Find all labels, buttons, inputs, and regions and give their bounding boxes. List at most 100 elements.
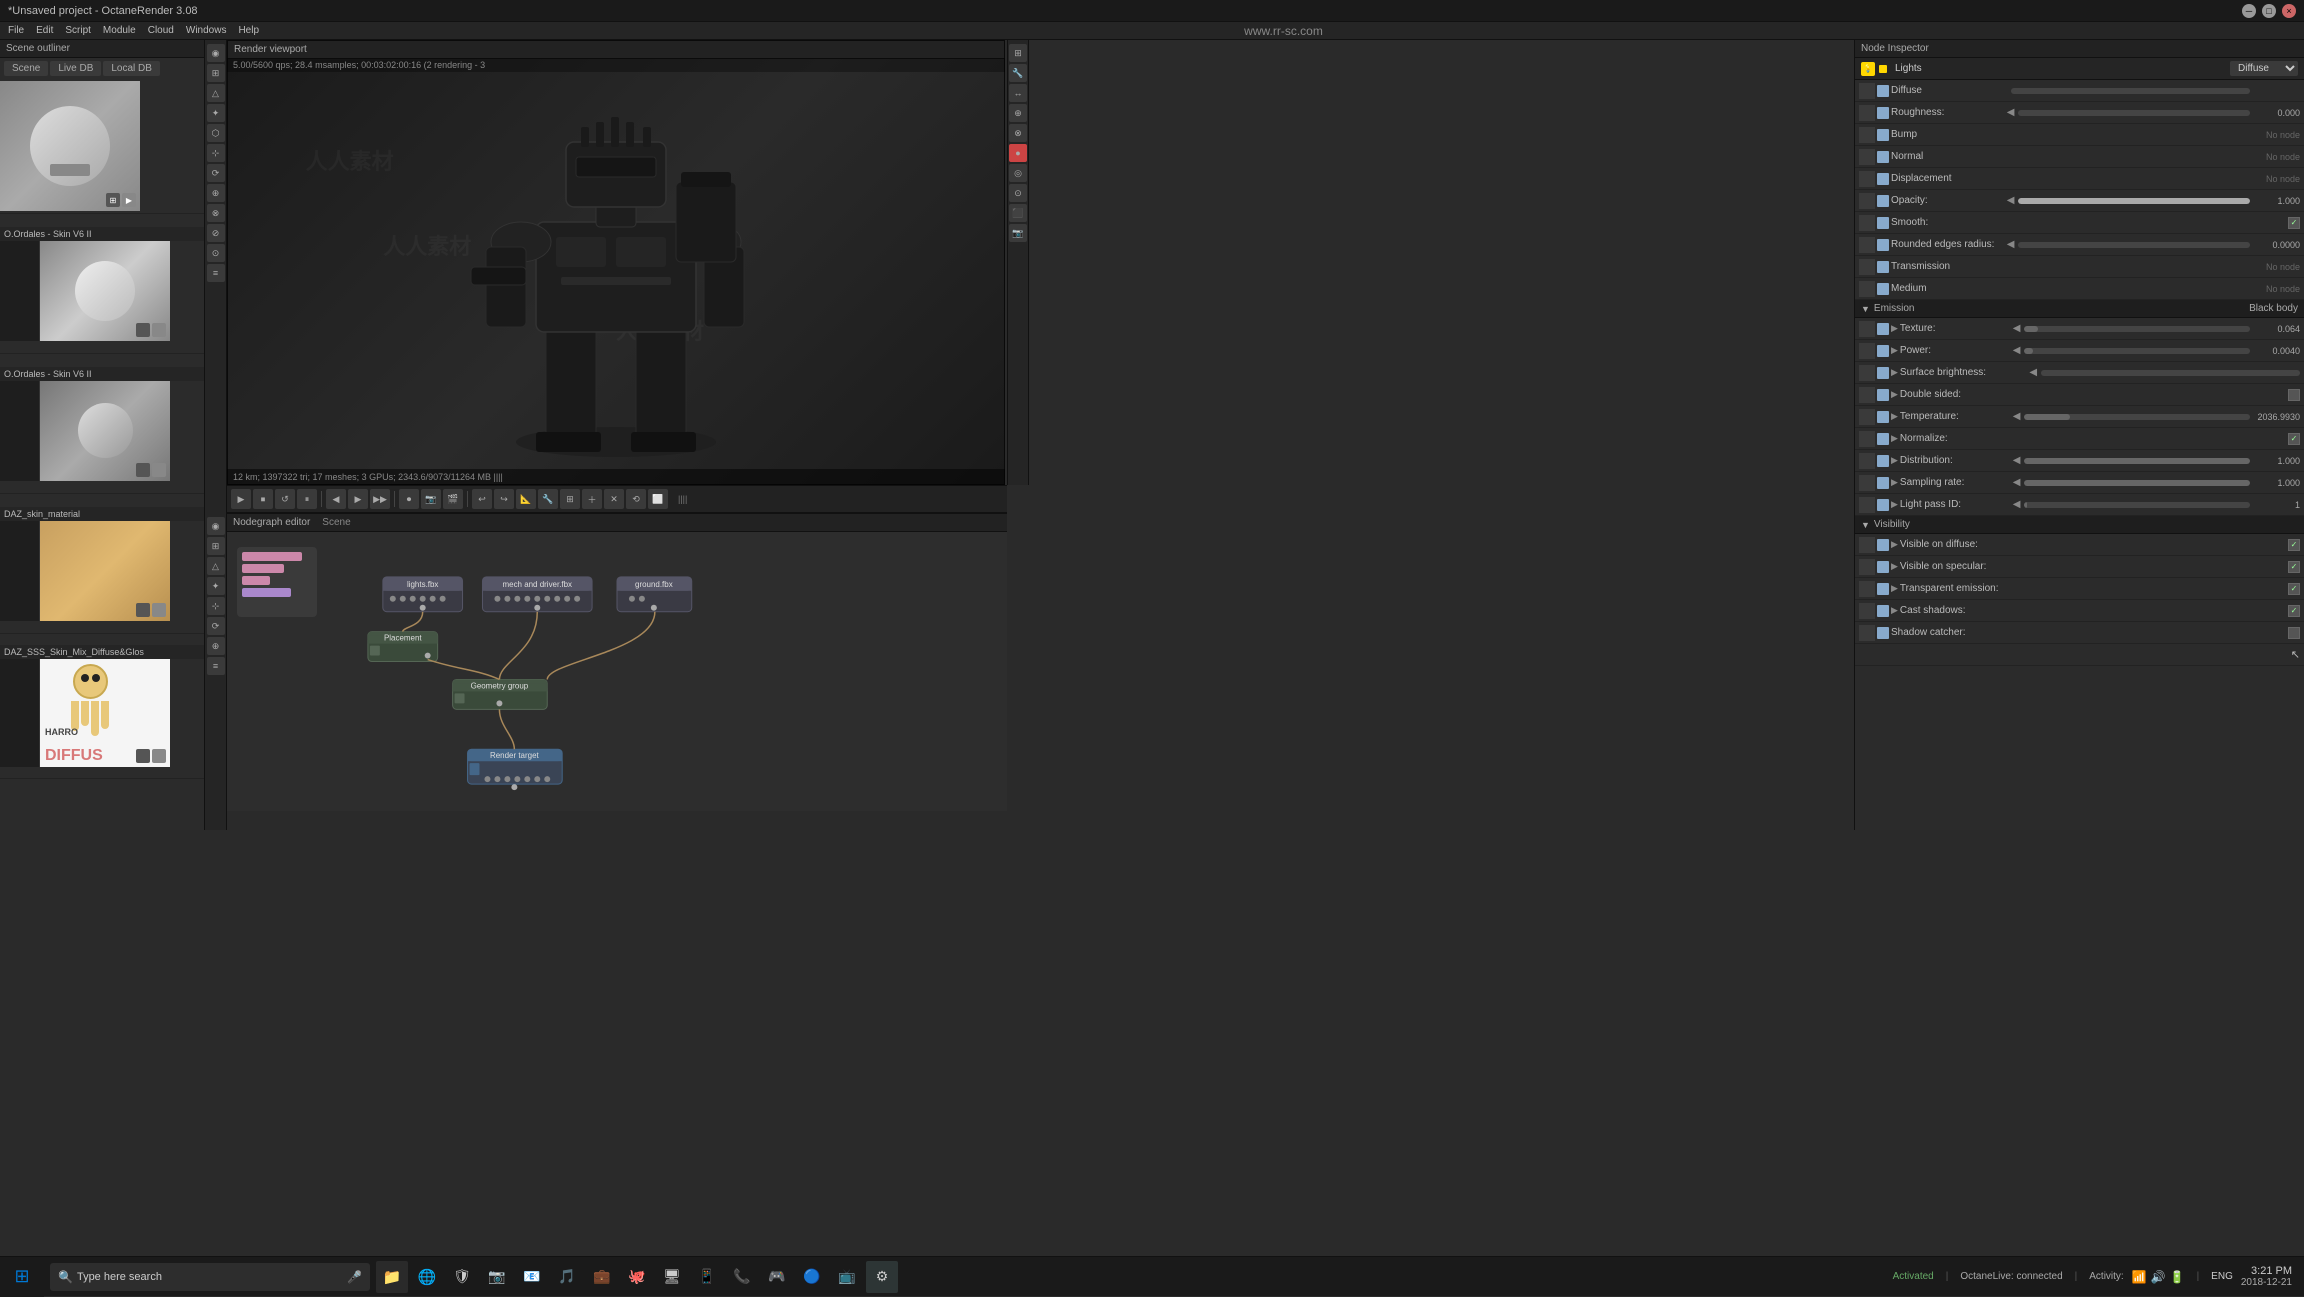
menu-script[interactable]: Script: [65, 25, 91, 36]
taskbar-icon-app13[interactable]: 🔵: [796, 1261, 828, 1293]
network-icon[interactable]: 📶: [2132, 1270, 2147, 1284]
render-stop[interactable]: ⏹: [253, 489, 273, 509]
tool-btn-11[interactable]: ⊙: [207, 244, 225, 262]
menu-cloud[interactable]: Cloud: [148, 25, 174, 36]
row-slider-texture[interactable]: [2024, 326, 2250, 332]
row-slider-arrow-dist[interactable]: ◀: [2013, 455, 2021, 466]
maximize-button[interactable]: □: [2262, 4, 2276, 18]
render-refresh[interactable]: ⟲: [626, 489, 646, 509]
search-input[interactable]: [77, 1271, 343, 1283]
tool-btn-5[interactable]: ⬡: [207, 124, 225, 142]
row-checkbox-transparent-emission[interactable]: ✓: [2288, 583, 2300, 595]
taskbar-icon-app7[interactable]: 💼: [586, 1261, 618, 1293]
ng-tool-2[interactable]: ⊞: [207, 537, 225, 555]
row-slider-temperature[interactable]: [2024, 414, 2250, 420]
minimize-button[interactable]: ─: [2242, 4, 2256, 18]
row-slider-arrow-roughness[interactable]: ◀: [2007, 107, 2015, 118]
row-slider-rounded[interactable]: [2018, 242, 2250, 248]
row-checkbox-cast-shadows[interactable]: ✓: [2288, 605, 2300, 617]
menu-module[interactable]: Module: [103, 25, 136, 36]
row-slider-roughness[interactable]: [2018, 110, 2250, 116]
ng-tool-1[interactable]: ◉: [207, 517, 225, 535]
row-slider-arrow-sr[interactable]: ◀: [2013, 477, 2021, 488]
row-slider-diffuse[interactable]: [2011, 88, 2250, 94]
render-ruler[interactable]: 📐: [516, 489, 536, 509]
vtool-1[interactable]: ⊞: [1009, 44, 1027, 62]
render-undo[interactable]: ↩: [472, 489, 492, 509]
vtool-9[interactable]: 📷: [1009, 224, 1027, 242]
tool-btn-2[interactable]: ⊞: [207, 64, 225, 82]
list-item[interactable]: DAZ_SSS_Skin_Mix_Diffuse&Glos: [0, 634, 204, 779]
tool-btn-1[interactable]: ◉: [207, 44, 225, 62]
render-add[interactable]: ＋: [582, 489, 602, 509]
row-slider-light-pass-id[interactable]: [2024, 502, 2250, 508]
vtool-active[interactable]: ●: [1009, 144, 1027, 162]
taskbar-icon-octane[interactable]: ⚙: [866, 1261, 898, 1293]
vtool-2[interactable]: 🔧: [1009, 64, 1027, 82]
taskbar-icon-app14[interactable]: 📺: [831, 1261, 863, 1293]
row-checkbox-shadow-catcher[interactable]: [2288, 627, 2300, 639]
volume-icon[interactable]: 🔊: [2151, 1270, 2166, 1284]
row-slider-opacity[interactable]: [2018, 198, 2250, 204]
row-checkbox-vis-specular[interactable]: ✓: [2288, 561, 2300, 573]
render-settings[interactable]: 🔧: [538, 489, 558, 509]
row-checkbox-vis-diffuse[interactable]: ✓: [2288, 539, 2300, 551]
taskbar-icon-chrome[interactable]: 🌐: [411, 1261, 443, 1293]
row-slider-arrow-temp[interactable]: ◀: [2013, 411, 2021, 422]
vtool-6[interactable]: ◎: [1009, 164, 1027, 182]
render-restart[interactable]: ↺: [275, 489, 295, 509]
vtool-3[interactable]: ↔: [1009, 84, 1027, 102]
ng-tool-5[interactable]: ⊹: [207, 597, 225, 615]
taskbar-icon-app5[interactable]: 📧: [516, 1261, 548, 1293]
tab-live-db[interactable]: Live DB: [50, 61, 101, 76]
row-slider-arrow-rounded[interactable]: ◀: [2007, 239, 2015, 250]
ng-tool-7[interactable]: ⊕: [207, 637, 225, 655]
list-item[interactable]: O.Ordales - Skin V6 II: [0, 214, 204, 354]
menu-windows[interactable]: Windows: [186, 25, 227, 36]
row-slider-surface-brightness[interactable]: [2041, 370, 2300, 376]
tool-btn-3[interactable]: △: [207, 84, 225, 102]
inspector-type-select[interactable]: Diffuse Glossy Specular Mix: [2230, 61, 2298, 76]
render-play[interactable]: ▶: [231, 489, 251, 509]
row-checkbox-double-sided[interactable]: [2288, 389, 2300, 401]
render-close[interactable]: ✕: [604, 489, 624, 509]
render-record[interactable]: ⏺: [399, 489, 419, 509]
render-play-fwd[interactable]: ▶: [348, 489, 368, 509]
row-slider-power[interactable]: [2024, 348, 2250, 354]
taskbar-icon-file-explorer[interactable]: 📁: [376, 1261, 408, 1293]
tool-btn-12[interactable]: ≡: [207, 264, 225, 282]
taskbar-icon-app11[interactable]: 📞: [726, 1261, 758, 1293]
row-slider-arrow-opacity[interactable]: ◀: [2007, 195, 2015, 206]
list-item[interactable]: ⊞ ▶: [0, 79, 204, 214]
taskbar-icon-app10[interactable]: 📱: [691, 1261, 723, 1293]
menu-help[interactable]: Help: [238, 25, 259, 36]
taskbar-icon-app4[interactable]: 📷: [481, 1261, 513, 1293]
row-checkbox-smooth[interactable]: ✓: [2288, 217, 2300, 229]
section-emission[interactable]: ▼ Emission Black body: [1855, 300, 2304, 318]
tab-scene[interactable]: Scene: [4, 61, 48, 76]
section-visibility[interactable]: ▼ Visibility: [1855, 516, 2304, 534]
tool-btn-7[interactable]: ⟳: [207, 164, 225, 182]
render-fullscreen[interactable]: ⬜: [648, 489, 668, 509]
taskbar-search[interactable]: 🔍 🎤: [50, 1263, 370, 1291]
render-grid[interactable]: ⊞: [560, 489, 580, 509]
ng-tool-8[interactable]: ≡: [207, 657, 225, 675]
tool-btn-4[interactable]: ✦: [207, 104, 225, 122]
vtool-7[interactable]: ⊙: [1009, 184, 1027, 202]
row-slider-sampling-rate[interactable]: [2024, 480, 2250, 486]
row-slider-distribution[interactable]: [2024, 458, 2250, 464]
ng-tool-4[interactable]: ✦: [207, 577, 225, 595]
vtool-5[interactable]: ⊗: [1009, 124, 1027, 142]
pink-bars-node[interactable]: [237, 547, 317, 617]
ng-tool-3[interactable]: △: [207, 557, 225, 575]
taskbar-icon-app8[interactable]: 🐙: [621, 1261, 653, 1293]
menu-file[interactable]: File: [8, 25, 24, 36]
render-redo[interactable]: ↪: [494, 489, 514, 509]
taskbar-icon-app6[interactable]: 🎵: [551, 1261, 583, 1293]
render-cam[interactable]: 📷: [421, 489, 441, 509]
row-slider-arrow-power[interactable]: ◀: [2013, 345, 2021, 356]
list-item[interactable]: O.Ordales - Skin V6 II: [0, 354, 204, 494]
render-next-frame[interactable]: ▶▶: [370, 489, 390, 509]
row-checkbox-normalize[interactable]: ✓: [2288, 433, 2300, 445]
menu-edit[interactable]: Edit: [36, 25, 53, 36]
